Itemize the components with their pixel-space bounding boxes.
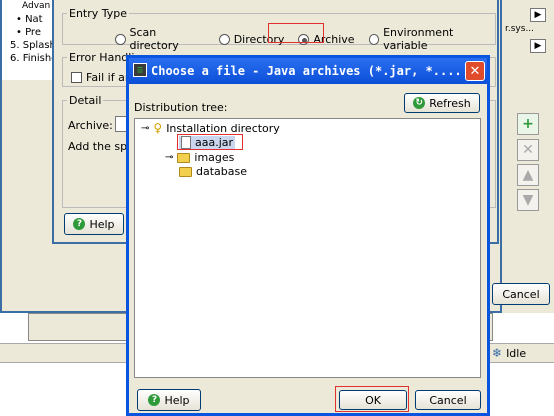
entry-help-button[interactable]: ? Help: [64, 213, 124, 235]
background-cancel-button[interactable]: Cancel: [492, 283, 550, 305]
move-up-icon[interactable]: ▲: [517, 164, 539, 186]
refresh-button[interactable]: ↻ Refresh: [404, 93, 480, 113]
help-icon: ?: [148, 394, 161, 406]
snowflake-icon: ❄: [492, 346, 503, 360]
chooser-title-bar[interactable]: ≡ Choose a file - Java archives (*.jar, …: [129, 58, 487, 84]
detail-title: Detail: [67, 94, 104, 107]
option-label: Scan directory: [129, 26, 179, 52]
help-icon: ?: [73, 218, 86, 230]
archive-label: Archive:: [68, 119, 113, 132]
scroll-right-icon[interactable]: ▶: [530, 39, 546, 53]
expand-icon[interactable]: ⊸: [165, 152, 173, 163]
key-icon: ♀: [153, 121, 163, 135]
tree-root-label: Installation directory: [166, 121, 280, 135]
chooser-help-button[interactable]: ? Help: [137, 389, 201, 411]
distribution-tree-label: Distribution tree:: [134, 101, 228, 114]
radio-environment-variable[interactable]: Environment variable: [368, 26, 495, 52]
entry-type-group: Entry Type Scan directory Directory Arch…: [62, 7, 496, 52]
idle-text: Idle: [506, 346, 527, 360]
expand-icon[interactable]: ⊸: [141, 123, 149, 134]
folder-icon: [179, 166, 192, 177]
fail-label: Fail if an: [86, 71, 132, 84]
help-label: Help: [164, 393, 190, 407]
radio-scan-directory[interactable]: Scan directory: [115, 26, 205, 52]
folder-icon: [177, 152, 191, 163]
move-down-icon[interactable]: ▼: [517, 189, 539, 211]
close-icon[interactable]: ✕: [465, 61, 485, 81]
option-label: Environment variable: [383, 26, 454, 52]
cancel-label: Cancel: [502, 287, 540, 301]
tree-item-images[interactable]: ⊸ images: [165, 151, 234, 164]
entry-type-title: Entry Type: [67, 7, 130, 20]
ok-highlight: [335, 386, 409, 412]
tree-item-database[interactable]: database: [179, 165, 247, 178]
fail-checkbox-row[interactable]: Fail if an: [71, 71, 132, 84]
app-icon: ≡: [133, 63, 147, 77]
tree-item-label: database: [196, 165, 247, 178]
tree-item-label: images: [194, 151, 235, 164]
selected-highlight: [177, 134, 243, 150]
right-partial-text: r.sys...: [505, 24, 535, 34]
add-icon[interactable]: +: [517, 113, 539, 135]
tree-root[interactable]: ⊸ ♀ Installation directory: [141, 121, 280, 135]
distribution-tree[interactable]: ⊸ ♀ Installation directory aaa.jar ⊸ ima…: [134, 118, 481, 378]
chooser-title: Choose a file - Java archives (*.jar, *.…: [151, 64, 462, 78]
scroll-right-icon[interactable]: ▶: [530, 8, 546, 22]
file-chooser-dialog: ≡ Choose a file - Java archives (*.jar, …: [126, 55, 490, 416]
refresh-label: Refresh: [429, 96, 471, 110]
help-label: Help: [89, 217, 115, 231]
remove-icon[interactable]: ✕: [517, 139, 539, 161]
fail-checkbox[interactable]: [71, 72, 82, 83]
idle-status: ❄ Idle: [492, 345, 552, 361]
cancel-button[interactable]: Cancel: [415, 390, 481, 410]
archive-highlight: [268, 23, 324, 43]
refresh-icon: ↻: [413, 97, 426, 109]
cancel-label: Cancel: [429, 393, 467, 407]
